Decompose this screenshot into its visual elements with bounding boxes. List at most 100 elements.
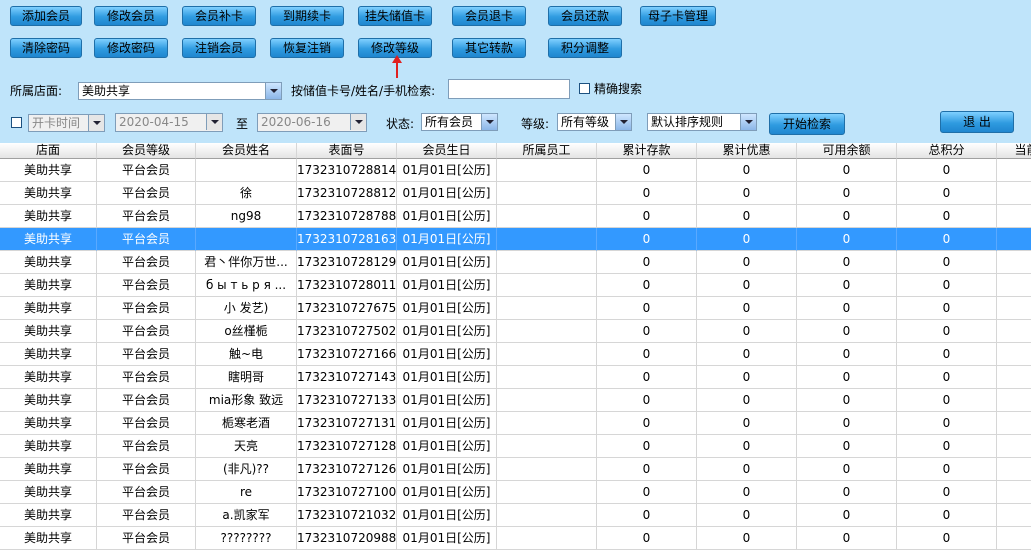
table-cell: 触~电 <box>196 343 297 366</box>
clear-password-button[interactable]: 清除密码 <box>10 38 82 58</box>
report-lost-card-button[interactable]: 挂失储值卡 <box>358 6 432 26</box>
restore-cancelled-button[interactable]: 恢复注销 <box>270 38 344 58</box>
column-header[interactable]: 会员等级 <box>97 143 196 159</box>
arrow-up-icon <box>392 55 402 78</box>
table-cell: 01月01日[公历] <box>397 159 497 182</box>
table-row[interactable]: 美助共享 平台会员 re 1732310727100 01月01日[公历] 0 0 0 0 <box>0 481 1031 504</box>
open-date-checkbox[interactable] <box>11 117 22 128</box>
column-header[interactable]: 会员生日 <box>397 143 497 159</box>
sort-select[interactable]: 默认排序规则 <box>647 113 757 131</box>
table-cell: 美助共享 <box>0 366 97 389</box>
table-cell: 1732310727143 <box>297 366 397 389</box>
table-cell: re <box>196 481 297 504</box>
table-cell: 01月01日[公历] <box>397 228 497 251</box>
table-cell: 平台会员 <box>97 228 196 251</box>
chevron-down-icon[interactable] <box>265 83 281 99</box>
table-cell: 天亮 <box>196 435 297 458</box>
column-header[interactable]: 当前 <box>997 143 1031 159</box>
table-cell <box>997 527 1031 550</box>
reissue-card-button[interactable]: 会员补卡 <box>182 6 256 26</box>
exact-search-checkbox[interactable] <box>579 83 590 94</box>
search-input[interactable] <box>448 79 570 99</box>
date-from-picker[interactable]: 2020-04-15 <box>115 113 223 132</box>
exit-button[interactable]: 退 出 <box>940 111 1014 133</box>
table-row[interactable]: 美助共享 平台会员 mia形象 致远 1732310727133 01月01日[公历] 0… <box>0 389 1031 412</box>
calendar-dropdown-icon[interactable] <box>350 114 366 130</box>
chevron-down-icon[interactable] <box>615 114 631 130</box>
calendar-dropdown-icon[interactable] <box>206 114 222 130</box>
start-search-button[interactable]: 开始检索 <box>769 113 845 135</box>
table-cell: 0 <box>697 159 797 182</box>
table-cell: 美助共享 <box>0 297 97 320</box>
table-row[interactable]: 美助共享 平台会员 ng98 1732310728788 01月01日[公历] 0 0 0 0 <box>0 205 1031 228</box>
column-header[interactable]: 累计存款 <box>597 143 697 159</box>
chevron-down-icon[interactable] <box>88 115 104 131</box>
table-row[interactable]: 美助共享 平台会员 瞎明哥 1732310727143 01月01日[公历] 0 0 0 0 <box>0 366 1031 389</box>
table-cell: 0 <box>897 412 997 435</box>
column-header[interactable]: 累计优惠 <box>697 143 797 159</box>
date-to-picker[interactable]: 2020-06-16 <box>257 113 367 132</box>
refund-card-button[interactable]: 会员退卡 <box>452 6 526 26</box>
other-transfer-button[interactable]: 其它转款 <box>452 38 526 58</box>
table-cell: 平台会员 <box>97 251 196 274</box>
store-label: 所属店面: <box>10 84 63 98</box>
column-header[interactable]: 可用余额 <box>797 143 897 159</box>
store-select[interactable]: 美助共享 <box>78 82 282 100</box>
table-cell <box>497 297 597 320</box>
parent-child-card-button[interactable]: 母子卡管理 <box>640 6 716 26</box>
chevron-down-icon[interactable] <box>740 114 756 130</box>
table-cell: 01月01日[公历] <box>397 412 497 435</box>
table-cell: 0 <box>597 159 697 182</box>
table-cell: 0 <box>797 274 897 297</box>
table-cell: 1732310720988 <box>297 527 397 550</box>
table-row[interactable]: 美助共享 平台会员 1732310728814 01月01日[公历] 0 0 0 0 <box>0 159 1031 182</box>
column-header[interactable]: 总积分 <box>897 143 997 159</box>
chevron-down-icon[interactable] <box>481 114 497 130</box>
table-cell: 0 <box>697 343 797 366</box>
column-header[interactable]: 所属员工 <box>497 143 597 159</box>
table-cell: 平台会员 <box>97 320 196 343</box>
level-select[interactable]: 所有等级 <box>557 113 632 131</box>
table-row[interactable]: 美助共享 平台会员 a.凯家军 1732310721032 01月01日[公历] 0 0 0 0 <box>0 504 1031 527</box>
change-password-button[interactable]: 修改密码 <box>94 38 168 58</box>
cancel-member-button[interactable]: 注销会员 <box>182 38 256 58</box>
renew-card-button[interactable]: 到期续卡 <box>270 6 344 26</box>
table-cell: 01月01日[公历] <box>397 481 497 504</box>
table-row[interactable]: 美助共享 平台会员 天亮 1732310727128 01月01日[公历] 0 0 0 0 <box>0 435 1031 458</box>
edit-member-button[interactable]: 修改会员 <box>94 6 168 26</box>
table-row[interactable]: 美助共享 平台会员 б ы т ь р я ... 1732310728011 01月0… <box>0 274 1031 297</box>
table-cell: 01月01日[公历] <box>397 205 497 228</box>
member-repayment-button[interactable]: 会员还款 <box>548 6 622 26</box>
table-cell: 0 <box>797 504 897 527</box>
table-cell: 0 <box>697 274 797 297</box>
member-table[interactable]: 店面 会员等级 会员姓名 表面号 会员生日 所属员工 累计存款 累计优惠 可用余… <box>0 143 1031 553</box>
table-row[interactable]: 美助共享 平台会员 o丝槿栀 1732310727502 01月01日[公历] 0 0 0 0 <box>0 320 1031 343</box>
table-row[interactable]: 美助共享 平台会员 君丶伴你万世... 1732310728129 01月01日[公历]… <box>0 251 1031 274</box>
table-row[interactable]: 美助共享 平台会员徐 1732310728812 01月01日[公历] 0 0 0 0 <box>0 182 1031 205</box>
table-cell: 0 <box>697 251 797 274</box>
table-row[interactable]: 美助共享 平台会员 (非凡)?? 1732310727126 01月01日[公历] 0 0 0… <box>0 458 1031 481</box>
column-header[interactable]: 表面号 <box>297 143 397 159</box>
points-adjust-button[interactable]: 积分调整 <box>548 38 622 58</box>
add-member-button[interactable]: 添加会员 <box>10 6 82 26</box>
table-cell: 01月01日[公历] <box>397 435 497 458</box>
column-header[interactable]: 店面 <box>0 143 97 159</box>
table-row[interactable]: 美助共享 平台会员 触~电 1732310727166 01月01日[公历] 0 0 0 0 <box>0 343 1031 366</box>
table-cell <box>997 159 1031 182</box>
column-header[interactable]: 会员姓名 <box>196 143 297 159</box>
table-cell: 1732310727131 <box>297 412 397 435</box>
table-cell: 0 <box>697 412 797 435</box>
table-cell: 0 <box>597 527 697 550</box>
status-select[interactable]: 所有会员 <box>421 113 498 131</box>
table-row[interactable]: 美助共享 平台会员???????? 1732310720988 01月01日[公历] 0… <box>0 527 1031 550</box>
table-row[interactable]: 美助共享 平台会员小 发艺) 1732310727675 01月01日[公历] 0 0 0 0 <box>0 297 1031 320</box>
table-cell <box>997 435 1031 458</box>
table-cell <box>497 366 597 389</box>
table-cell: 0 <box>797 297 897 320</box>
table-cell: 0 <box>597 251 697 274</box>
table-cell: 0 <box>897 343 997 366</box>
table-cell: 0 <box>697 320 797 343</box>
table-row[interactable]: 美助共享 平台会员 栀寒老酒 1732310727131 01月01日[公历] 0 0 0 0 <box>0 412 1031 435</box>
open-date-select[interactable]: 开卡时间 <box>28 114 105 132</box>
table-row[interactable]: 美助共享 平台会员 1732310728163 01月01日[公历] 0 0 0 0 <box>0 228 1031 251</box>
